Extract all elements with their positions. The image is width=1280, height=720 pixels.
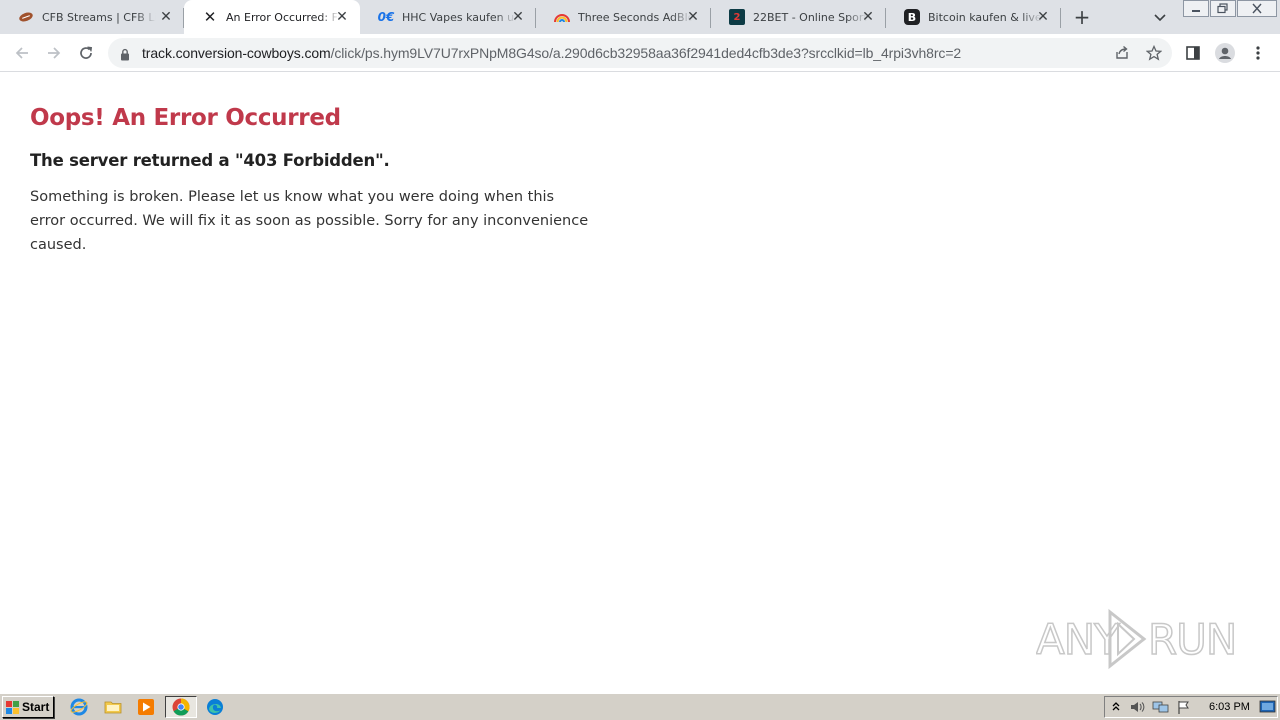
chrome-icon[interactable] (172, 698, 190, 716)
tab-title: Three Seconds AdBlock (578, 10, 692, 24)
url-text[interactable]: track.conversion-cowboys.com/click/ps.hy… (142, 45, 961, 61)
hhc-vapes-favicon-icon: 0€ (377, 10, 395, 24)
internet-explorer-icon[interactable] (70, 698, 88, 716)
new-tab-plus-icon[interactable]: + (1072, 7, 1092, 28)
file-explorer-folder-icon[interactable] (104, 698, 122, 716)
anyrun-watermark-logo: ANY RUN (1035, 606, 1238, 672)
start-button[interactable]: Start (2, 696, 54, 718)
show-hidden-icons-icon[interactable] (1111, 699, 1123, 717)
tab-separator (1060, 8, 1061, 28)
network-icon[interactable] (1152, 699, 1170, 717)
tab-title: Bitcoin kaufen & live BT (928, 10, 1042, 24)
edge-icon[interactable] (206, 698, 224, 716)
system-tray (1104, 696, 1278, 718)
bitcoin-b-favicon-icon: B (904, 9, 920, 25)
tab-close-icon[interactable]: ✕ (334, 9, 350, 25)
svg-text:ANY: ANY (1036, 615, 1120, 664)
profile-avatar-icon[interactable] (1214, 42, 1236, 64)
reload-icon[interactable] (75, 42, 97, 64)
tab-bitcoin[interactable]: B Bitcoin kaufen & live BT ✕ (886, 0, 1061, 34)
bookmark-star-icon[interactable] (1145, 44, 1163, 61)
tab-strip: CFB Streams | CFB Live ✕ ✕ An Error Occu… (0, 0, 1280, 34)
tab-22bet[interactable]: 2 22BET - Online Sports B ✕ (711, 0, 886, 34)
forward-arrow-icon[interactable] (43, 42, 65, 64)
svg-text:RUN: RUN (1148, 615, 1236, 664)
window-controls (1182, 0, 1277, 18)
tab-title: CFB Streams | CFB Live (42, 10, 156, 24)
tab-close-icon[interactable]: ✕ (685, 9, 701, 25)
url-path: /click/ps.hym9LV7U7rxPNpM8G4so/a.290d6cb… (330, 45, 962, 61)
window-close-icon[interactable] (1237, 0, 1277, 17)
taskbar-clock[interactable]: 6:03 PM (1209, 701, 1250, 713)
tab-error-active[interactable]: ✕ An Error Occurred: Forbidden ✕ (184, 0, 360, 34)
share-icon[interactable] (1114, 45, 1130, 61)
back-arrow-icon[interactable] (11, 42, 33, 64)
tab-close-icon[interactable]: ✕ (510, 9, 526, 25)
error-page-content: Oops! An Error Occurred The server retur… (30, 72, 630, 257)
rainbow-favicon-icon (554, 9, 570, 25)
close-x-favicon-icon: ✕ (203, 8, 217, 26)
tab-three-seconds-adblock[interactable]: Three Seconds AdBlock ✕ (536, 0, 711, 34)
cfb-streams-favicon-icon (18, 9, 34, 25)
url-host: track.conversion-cowboys.com (142, 45, 331, 61)
browser-toolbar: track.conversion-cowboys.com/click/ps.hy… (0, 34, 1280, 72)
side-panel-icon[interactable] (1182, 42, 1204, 64)
tab-hhc-vapes[interactable]: 0€ HHC Vapes kaufen und ✕ (360, 0, 536, 34)
tab-title: 22BET - Online Sports B (753, 10, 867, 24)
tab-title: HHC Vapes kaufen und (402, 10, 516, 24)
volume-speaker-icon[interactable] (1129, 699, 1147, 717)
lock-icon[interactable] (120, 46, 130, 65)
show-desktop-icon[interactable] (1259, 699, 1277, 717)
media-player-icon[interactable] (137, 698, 155, 716)
restore-icon[interactable] (1210, 0, 1236, 17)
tab-cfb-streams[interactable]: CFB Streams | CFB Live ✕ (0, 0, 184, 34)
22bet-favicon-icon: 2 (729, 9, 745, 25)
action-center-flag-icon[interactable] (1176, 699, 1194, 717)
error-description: Something is broken. Please let us know … (30, 189, 589, 253)
windows-taskbar: Start 6:03 PM (0, 693, 1280, 720)
menu-kebab-icon[interactable] (1247, 42, 1269, 64)
address-bar[interactable]: track.conversion-cowboys.com/click/ps.hy… (108, 38, 1172, 68)
tab-close-icon[interactable]: ✕ (860, 9, 876, 25)
tab-search-chevron-down-icon[interactable] (1152, 9, 1168, 25)
tab-title: An Error Occurred: Forbidden (226, 10, 340, 24)
tab-close-icon[interactable]: ✕ (158, 9, 174, 25)
error-subtitle: The server returned a "403 Forbidden". (30, 151, 390, 170)
start-label: Start (22, 700, 50, 714)
windows-flag-icon (6, 700, 20, 714)
tab-close-icon[interactable]: ✕ (1035, 9, 1051, 25)
minimize-icon[interactable] (1183, 0, 1209, 17)
error-title: Oops! An Error Occurred (30, 105, 341, 131)
